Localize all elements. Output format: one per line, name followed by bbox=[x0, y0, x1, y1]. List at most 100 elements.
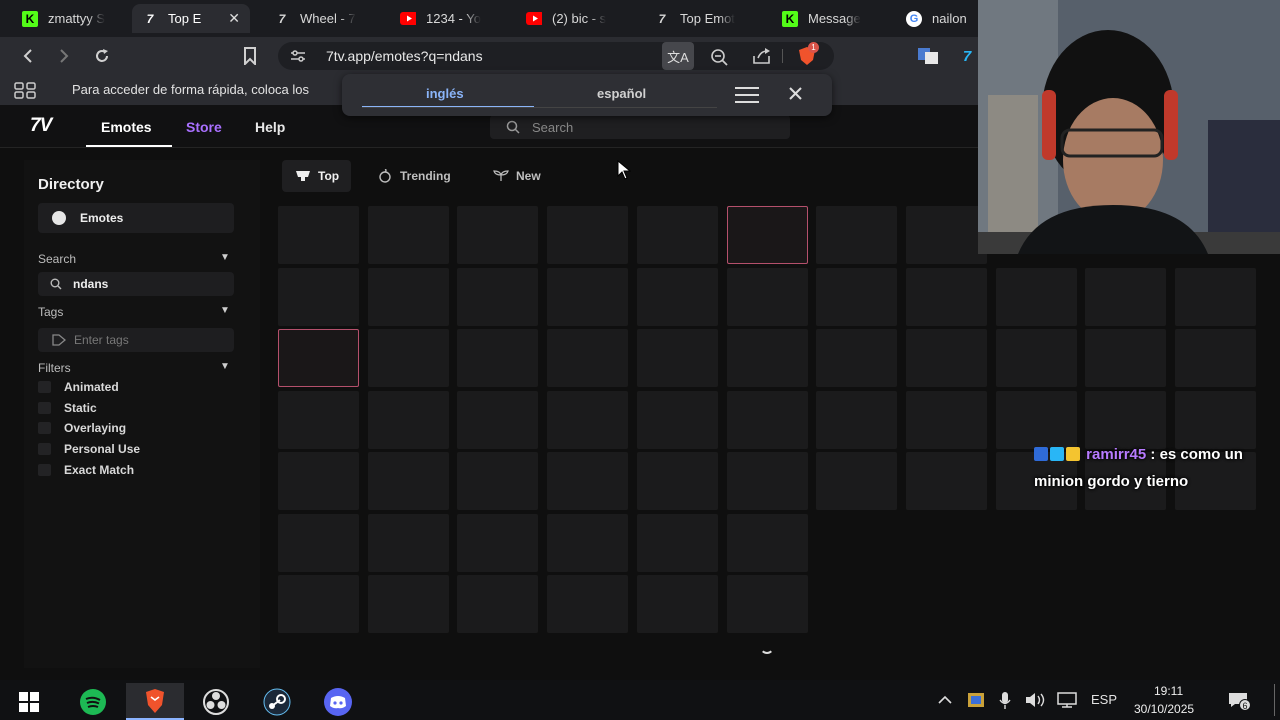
emote-card-placeholder[interactable] bbox=[547, 452, 628, 510]
notifications-button[interactable]: 6 bbox=[1228, 692, 1251, 711]
emote-card-placeholder[interactable] bbox=[816, 329, 897, 387]
browser-tab[interactable]: (2) bic - s bbox=[516, 4, 640, 33]
filter-animated[interactable]: Animated bbox=[38, 380, 119, 394]
emote-card-placeholder[interactable] bbox=[368, 452, 449, 510]
share-icon[interactable] bbox=[752, 48, 772, 64]
emote-card-placeholder[interactable] bbox=[727, 391, 808, 449]
filter-overlaying[interactable]: Overlaying bbox=[38, 421, 126, 435]
clock-date[interactable]: 30/10/2025 bbox=[1134, 702, 1194, 716]
emote-card-placeholder[interactable] bbox=[278, 206, 359, 264]
emote-card-placeholder[interactable] bbox=[1175, 268, 1256, 326]
apps-grid-icon[interactable] bbox=[14, 82, 36, 99]
emote-card-placeholder[interactable] bbox=[278, 268, 359, 326]
bookmark-button[interactable] bbox=[238, 44, 262, 68]
chevron-down-icon[interactable]: ▼ bbox=[220, 305, 230, 316]
tags-input[interactable]: Enter tags bbox=[38, 328, 234, 352]
back-button[interactable] bbox=[16, 44, 40, 68]
search-input[interactable]: ndans bbox=[38, 272, 234, 296]
taskbar-discord[interactable] bbox=[309, 683, 367, 720]
emote-card-placeholder[interactable] bbox=[906, 452, 987, 510]
emote-card-placeholder[interactable] bbox=[547, 391, 628, 449]
tab-target-language[interactable]: español bbox=[597, 86, 646, 101]
emote-card-placeholder[interactable] bbox=[637, 329, 718, 387]
tab-top[interactable]: Top bbox=[282, 160, 352, 192]
taskbar-steam[interactable] bbox=[248, 683, 306, 720]
taskbar-spotify[interactable] bbox=[64, 683, 122, 720]
emote-card-placeholder[interactable] bbox=[637, 575, 718, 633]
browser-tab[interactable]: 7 Wheel - 7 bbox=[264, 4, 384, 33]
tab-new[interactable]: New bbox=[480, 160, 553, 192]
close-icon[interactable] bbox=[789, 87, 802, 100]
nav-emotes[interactable]: Emotes bbox=[101, 119, 152, 135]
close-tab-icon[interactable]: ✕ bbox=[228, 10, 240, 27]
sidebar-item-emotes[interactable]: Emotes bbox=[38, 203, 234, 233]
tab-source-language[interactable]: inglés bbox=[426, 86, 464, 101]
show-desktop-button[interactable] bbox=[1274, 684, 1275, 716]
menu-icon[interactable] bbox=[734, 86, 760, 104]
emote-card-placeholder[interactable] bbox=[278, 329, 359, 387]
network-icon[interactable] bbox=[1056, 692, 1078, 708]
emote-card-placeholder[interactable] bbox=[368, 206, 449, 264]
emote-card-placeholder[interactable] bbox=[727, 452, 808, 510]
emote-card-placeholder[interactable] bbox=[727, 206, 808, 264]
nav-help[interactable]: Help bbox=[255, 119, 285, 135]
browser-tab[interactable]: 1234 - Yo bbox=[390, 4, 510, 33]
emote-card-placeholder[interactable] bbox=[906, 268, 987, 326]
browser-tab[interactable]: K zmattyy S bbox=[12, 4, 130, 33]
nav-store[interactable]: Store bbox=[186, 119, 222, 135]
reload-button[interactable] bbox=[90, 44, 114, 68]
emote-card-placeholder[interactable] bbox=[637, 514, 718, 572]
emote-card-placeholder[interactable] bbox=[368, 514, 449, 572]
zoom-icon[interactable] bbox=[710, 48, 728, 66]
tab-trending[interactable]: Trending bbox=[366, 160, 463, 192]
checkbox[interactable] bbox=[38, 381, 51, 393]
emote-card-placeholder[interactable] bbox=[547, 329, 628, 387]
emote-card-placeholder[interactable] bbox=[457, 575, 538, 633]
translate-ext-button[interactable] bbox=[916, 44, 940, 68]
brave-shields-button[interactable]: 1 bbox=[798, 42, 819, 66]
emote-card-placeholder[interactable] bbox=[547, 514, 628, 572]
emote-card-placeholder[interactable] bbox=[457, 206, 538, 264]
7tv-logo-icon[interactable]: 7V bbox=[30, 115, 52, 137]
emote-card-placeholder[interactable] bbox=[727, 575, 808, 633]
checkbox[interactable] bbox=[38, 443, 51, 455]
checkbox[interactable] bbox=[38, 422, 51, 434]
checkbox[interactable] bbox=[38, 464, 51, 476]
forward-button[interactable] bbox=[52, 44, 76, 68]
emote-card-placeholder[interactable] bbox=[727, 329, 808, 387]
emote-card-placeholder[interactable] bbox=[637, 206, 718, 264]
browser-tab-active[interactable]: 7 Top E ✕ bbox=[132, 4, 250, 33]
emote-card-placeholder[interactable] bbox=[278, 514, 359, 572]
emote-card-placeholder[interactable] bbox=[816, 452, 897, 510]
emote-card-placeholder[interactable] bbox=[906, 206, 987, 264]
emote-card-placeholder[interactable] bbox=[996, 268, 1077, 326]
emote-card-placeholder[interactable] bbox=[996, 329, 1077, 387]
emote-card-placeholder[interactable] bbox=[278, 452, 359, 510]
emote-card-placeholder[interactable] bbox=[637, 391, 718, 449]
emote-card-placeholder[interactable] bbox=[727, 514, 808, 572]
chevron-up-icon[interactable] bbox=[938, 695, 952, 705]
browser-tab[interactable]: K Message bbox=[772, 4, 896, 33]
emote-card-placeholder[interactable] bbox=[457, 391, 538, 449]
browser-tab[interactable]: G nailon bbox=[896, 4, 980, 33]
emote-card-placeholder[interactable] bbox=[368, 268, 449, 326]
emote-card-placeholder[interactable] bbox=[637, 268, 718, 326]
address-bar[interactable]: 7tv.app/emotes?q=ndans 文A 1 bbox=[278, 42, 834, 70]
emote-card-placeholder[interactable] bbox=[816, 206, 897, 264]
browser-tab[interactable]: 7 Top Emot bbox=[644, 4, 772, 33]
emote-card-placeholder[interactable] bbox=[547, 268, 628, 326]
site-settings-icon[interactable] bbox=[290, 49, 306, 63]
emote-card-placeholder[interactable] bbox=[1175, 329, 1256, 387]
emote-card-placeholder[interactable] bbox=[368, 575, 449, 633]
volume-icon[interactable] bbox=[1025, 692, 1047, 708]
emote-card-placeholder[interactable] bbox=[368, 391, 449, 449]
filter-personal-use[interactable]: Personal Use bbox=[38, 442, 140, 456]
emote-card-placeholder[interactable] bbox=[727, 268, 808, 326]
start-button[interactable] bbox=[0, 683, 58, 720]
taskbar-brave[interactable] bbox=[126, 683, 184, 720]
emote-card-placeholder[interactable] bbox=[457, 268, 538, 326]
site-search-input[interactable]: Search bbox=[490, 115, 790, 139]
emote-card-placeholder[interactable] bbox=[816, 391, 897, 449]
taskbar-obs[interactable] bbox=[187, 683, 245, 720]
emote-card-placeholder[interactable] bbox=[457, 329, 538, 387]
